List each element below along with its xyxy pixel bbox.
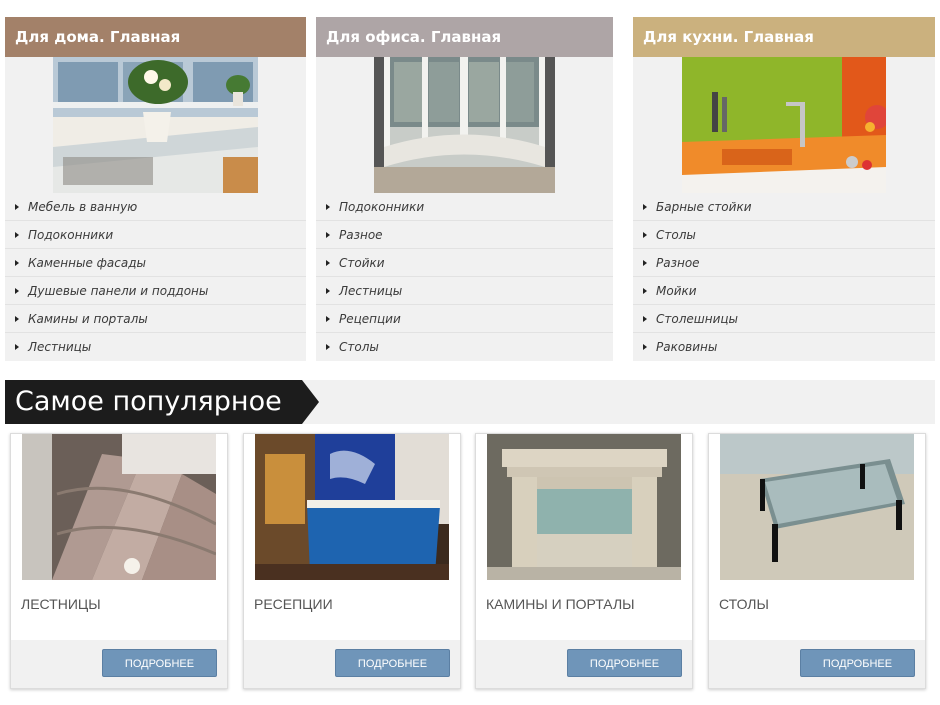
category-office: Для офиса. Главная Подоконники Разное Ст…	[316, 17, 613, 361]
bullet-icon	[326, 260, 330, 266]
fireplace-portal-image[interactable]	[487, 434, 681, 580]
list-item[interactable]: Барные стойки	[633, 193, 935, 221]
list-item[interactable]: Подоконники	[5, 221, 306, 249]
bullet-icon	[15, 344, 19, 350]
popular-card-tables: СТОЛЫ ПОДРОБНЕЕ	[708, 433, 926, 689]
card-title[interactable]: СТОЛЫ	[719, 596, 769, 612]
category-kitchen-list: Барные стойки Столы Разное Мойки Столешн…	[633, 193, 935, 361]
card-title[interactable]: РЕСЕПЦИИ	[254, 596, 333, 612]
reception-desk-image[interactable]	[255, 434, 449, 580]
card-title[interactable]: ЛЕСТНИЦЫ	[21, 596, 101, 612]
list-item[interactable]: Разное	[316, 221, 613, 249]
list-item[interactable]: Рецепции	[316, 305, 613, 333]
category-office-title[interactable]: Для офиса. Главная	[316, 17, 613, 57]
list-item[interactable]: Лестницы	[316, 277, 613, 305]
bullet-icon	[326, 288, 330, 294]
list-item[interactable]: Душевые панели и поддоны	[5, 277, 306, 305]
category-kitchen-title[interactable]: Для кухни. Главная	[633, 17, 935, 57]
list-item[interactable]: Камины и порталы	[5, 305, 306, 333]
bullet-icon	[15, 204, 19, 210]
category-home-title[interactable]: Для дома. Главная	[5, 17, 306, 57]
window-sill-flowers-image[interactable]	[53, 57, 258, 193]
list-item[interactable]: Мебель в ванную	[5, 193, 306, 221]
glass-table-image[interactable]	[720, 434, 914, 580]
bullet-icon	[15, 288, 19, 294]
list-item[interactable]: Каменные фасады	[5, 249, 306, 277]
list-item[interactable]: Подоконники	[316, 193, 613, 221]
bullet-icon	[643, 260, 647, 266]
spiral-staircase-image[interactable]	[22, 434, 216, 580]
bullet-icon	[326, 316, 330, 322]
category-home: Для дома. Главная Мебель в ванную Подоко…	[5, 17, 306, 361]
bullet-icon	[326, 232, 330, 238]
list-item[interactable]: Столешницы	[633, 305, 935, 333]
list-item[interactable]: Столы	[633, 221, 935, 249]
details-button[interactable]: ПОДРОБНЕЕ	[102, 649, 217, 677]
details-button[interactable]: ПОДРОБНЕЕ	[800, 649, 915, 677]
card-footer: ПОДРОБНЕЕ	[11, 640, 227, 688]
bullet-icon	[326, 204, 330, 210]
bullet-icon	[643, 204, 647, 210]
category-home-list: Мебель в ванную Подоконники Каменные фас…	[5, 193, 306, 361]
bullet-icon	[643, 288, 647, 294]
bullet-icon	[643, 232, 647, 238]
bullet-icon	[15, 260, 19, 266]
category-office-list: Подоконники Разное Стойки Лестницы Рецеп…	[316, 193, 613, 361]
popular-card-reception: РЕСЕПЦИИ ПОДРОБНЕЕ	[243, 433, 461, 689]
bullet-icon	[326, 344, 330, 350]
card-footer: ПОДРОБНЕЕ	[476, 640, 692, 688]
list-item[interactable]: Столы	[316, 333, 613, 361]
list-item[interactable]: Стойки	[316, 249, 613, 277]
details-button[interactable]: ПОДРОБНЕЕ	[335, 649, 450, 677]
bay-window-image[interactable]	[374, 57, 555, 193]
kitchen-counter-image[interactable]	[682, 57, 886, 193]
list-item[interactable]: Раковины	[633, 333, 935, 361]
card-footer: ПОДРОБНЕЕ	[709, 640, 925, 688]
list-item[interactable]: Лестницы	[5, 333, 306, 361]
details-button[interactable]: ПОДРОБНЕЕ	[567, 649, 682, 677]
bullet-icon	[643, 344, 647, 350]
popular-section-header: Самое популярное	[5, 380, 935, 424]
category-kitchen: Для кухни. Главная Барные стойки Столы Р…	[633, 17, 935, 361]
list-item[interactable]: Разное	[633, 249, 935, 277]
popular-card-fireplace: КАМИНЫ И ПОРТАЛЫ ПОДРОБНЕЕ	[475, 433, 693, 689]
popular-card-stairs: ЛЕСТНИЦЫ ПОДРОБНЕЕ	[10, 433, 228, 689]
bullet-icon	[15, 316, 19, 322]
popular-title: Самое популярное	[5, 380, 319, 424]
list-item[interactable]: Мойки	[633, 277, 935, 305]
bullet-icon	[643, 316, 647, 322]
bullet-icon	[15, 232, 19, 238]
card-footer: ПОДРОБНЕЕ	[244, 640, 460, 688]
card-title[interactable]: КАМИНЫ И ПОРТАЛЫ	[486, 596, 635, 612]
